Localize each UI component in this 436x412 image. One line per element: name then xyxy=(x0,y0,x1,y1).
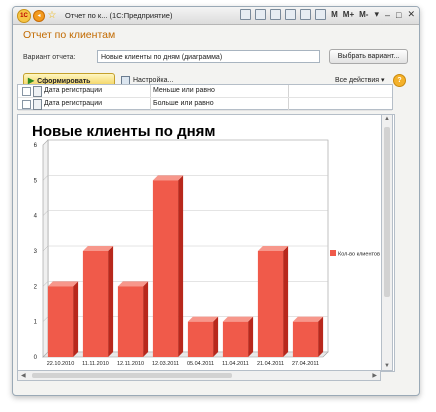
filter-field: Дата регистрации xyxy=(44,87,103,94)
filter-row[interactable]: Дата регистрации Меньше или равно xyxy=(18,85,392,98)
x-tick-label: 12.03.2011 xyxy=(152,361,179,367)
scroll-right-icon[interactable]: ▶ xyxy=(372,372,377,379)
scroll-down-icon[interactable]: ▼ xyxy=(384,363,390,369)
filter-checkbox[interactable] xyxy=(22,100,31,109)
bar-side xyxy=(318,316,324,357)
bar xyxy=(117,286,144,357)
vertical-scrollbar[interactable]: ▲ ▼ xyxy=(381,114,393,371)
bar xyxy=(187,321,214,357)
bar-side xyxy=(248,316,254,357)
help-icon[interactable]: ? xyxy=(393,74,406,87)
print-icon[interactable] xyxy=(255,9,267,20)
calendar-icon[interactable] xyxy=(315,9,327,20)
title-toolbar: M M+ M- ▾ – □ ✕ xyxy=(236,9,415,20)
horizontal-scrollbar[interactable]: ◀ ▶ xyxy=(17,370,381,381)
memory-button[interactable]: M xyxy=(331,10,338,19)
memory-minus-button[interactable]: M- xyxy=(359,10,368,19)
dropdown-icon[interactable]: ▾ xyxy=(374,9,379,20)
filter-table: Дата регистрации Меньше или равно Дата р… xyxy=(17,84,393,111)
bar xyxy=(257,251,284,357)
calculator-icon[interactable] xyxy=(300,9,312,20)
bar-top xyxy=(222,316,254,322)
filter-checkbox[interactable] xyxy=(22,87,31,96)
back-circle-icon[interactable]: ◂ xyxy=(33,9,45,22)
bar-top xyxy=(47,281,79,287)
bar-top xyxy=(292,316,324,322)
title-bar: 1С ◂ ☆ Отчет по к... (1С:Предприятие) M … xyxy=(13,7,419,25)
y-tick-label: 2 xyxy=(34,284,38,290)
variant-label: Вариант отчета: xyxy=(23,54,76,61)
legend-label: Кол-во клиентов xyxy=(338,252,380,258)
all-actions-label: Все действия xyxy=(335,77,380,84)
window-title: Отчет по к... (1С:Предприятие) xyxy=(65,11,173,20)
y-tick-label: 6 xyxy=(34,143,38,149)
settings-icon[interactable] xyxy=(285,9,297,20)
x-tick-label: 05.04.2011 xyxy=(187,361,214,367)
scroll-left-icon[interactable]: ◀ xyxy=(21,372,26,379)
1c-logo-icon[interactable]: 1С xyxy=(17,8,31,23)
bar-chart: Новые клиенты по дням 0 1 2 3 4 5 6 22.10.2010 11… xyxy=(32,123,380,367)
form-title: Отчет по клиентам xyxy=(23,29,116,41)
bar-top xyxy=(187,316,219,322)
bar xyxy=(82,251,109,357)
horizontal-scroll-thumb[interactable] xyxy=(32,373,232,378)
y-tick-label: 1 xyxy=(34,320,38,326)
bar-top xyxy=(257,246,289,251)
filter-condition[interactable]: Больше или равно xyxy=(153,100,214,107)
bar xyxy=(292,321,319,357)
variant-field[interactable]: Новые клиенты по дням (диаграмма) xyxy=(97,50,320,63)
bar-side xyxy=(143,281,149,357)
filter-condition[interactable]: Меньше или равно xyxy=(153,87,215,94)
y-tick-label: 5 xyxy=(34,178,38,184)
all-actions-menu[interactable]: Все действия ▾ xyxy=(335,76,385,84)
save-icon[interactable] xyxy=(240,9,252,20)
settings-label: Настройка... xyxy=(133,77,174,84)
bar-top xyxy=(82,246,114,251)
bar-side xyxy=(213,316,219,357)
x-tick-label: 12.11.2010 xyxy=(117,361,144,367)
chevron-down-icon: ▾ xyxy=(380,77,385,84)
minimize-icon[interactable]: – xyxy=(385,10,390,20)
bar-top xyxy=(117,281,149,287)
field-icon xyxy=(33,86,42,97)
y-tick-label: 3 xyxy=(34,249,38,255)
choose-variant-button[interactable]: Выбрать вариант... xyxy=(329,49,408,64)
favorite-star-icon[interactable]: ☆ xyxy=(47,10,57,21)
scroll-up-icon[interactable]: ▲ xyxy=(384,116,390,122)
bar xyxy=(47,286,74,357)
vertical-scroll-thumb[interactable] xyxy=(384,127,390,297)
field-icon xyxy=(33,99,42,110)
x-tick-label: 11.11.2010 xyxy=(82,361,109,367)
x-tick-label: 22.10.2010 xyxy=(47,361,75,367)
bar xyxy=(152,180,179,357)
maximize-icon[interactable]: □ xyxy=(396,10,401,20)
close-icon[interactable]: ✕ xyxy=(407,9,415,20)
report-area: Новые клиенты по дням 0 1 2 3 4 5 6 22.10.2010 11… xyxy=(17,114,395,372)
x-tick-label: 27.04.2011 xyxy=(292,361,319,367)
memory-plus-button[interactable]: M+ xyxy=(343,10,354,19)
preview-icon[interactable] xyxy=(270,9,282,20)
bar-side xyxy=(283,246,289,357)
y-tick-label: 0 xyxy=(34,355,38,361)
bar-top xyxy=(152,175,184,181)
x-tick-label: 21.04.2011 xyxy=(257,361,284,367)
bar-side xyxy=(178,175,184,357)
x-tick-label: 11.04.2011 xyxy=(222,361,249,367)
legend-swatch xyxy=(330,250,336,256)
filter-field: Дата регистрации xyxy=(44,100,103,107)
bar-side xyxy=(108,246,114,357)
y-tick-label: 4 xyxy=(34,214,38,220)
filter-row[interactable]: Дата регистрации Больше или равно xyxy=(18,98,392,111)
chart-title: Новые клиенты по дням xyxy=(32,123,216,140)
bar xyxy=(222,321,249,357)
bar-side xyxy=(73,281,79,357)
